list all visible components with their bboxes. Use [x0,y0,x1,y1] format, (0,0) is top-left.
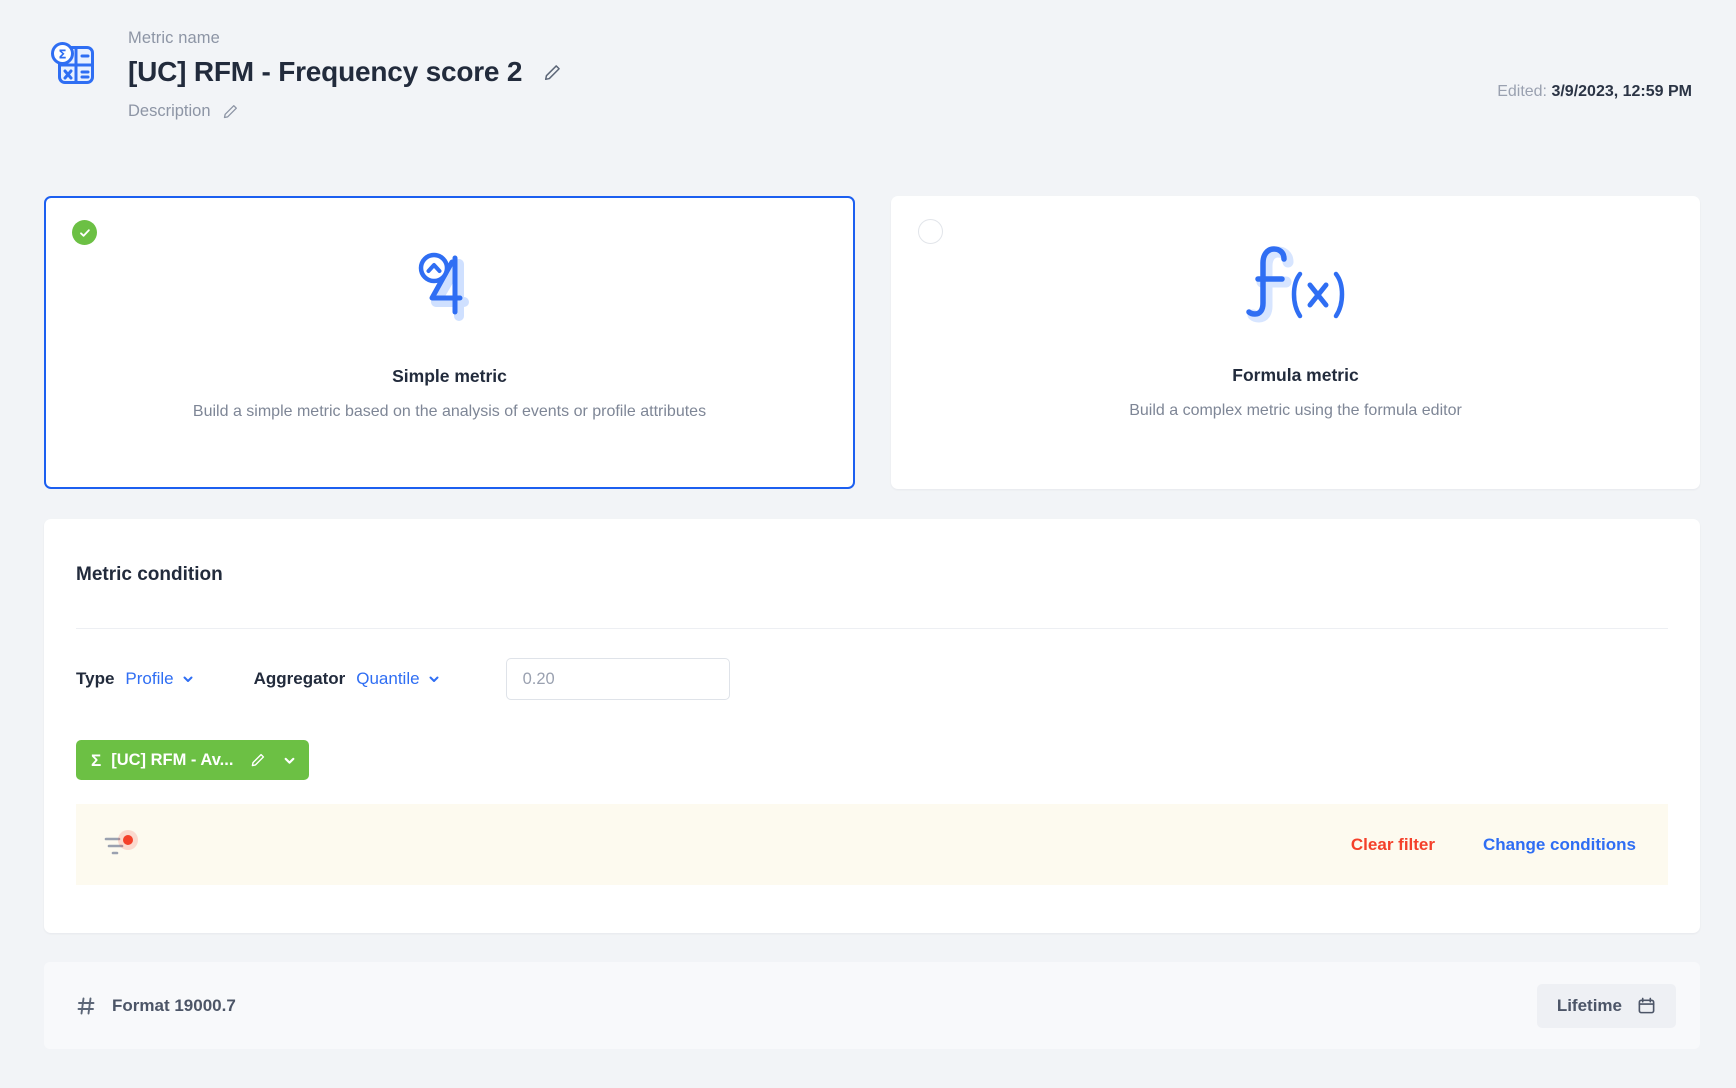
change-conditions-button[interactable]: Change conditions [1483,835,1636,855]
aggregator-dropdown[interactable]: Quantile [356,669,439,689]
header-row: Σ Metric name [UC] RFM - Frequency score… [44,28,1692,121]
aggregator-label: Aggregator [254,669,346,689]
metric-source-chip[interactable]: Σ [UC] RFM - Av... [76,740,309,780]
hash-icon [76,996,96,1016]
lifetime-label: Lifetime [1557,996,1622,1016]
type-dropdown[interactable]: Profile [125,669,193,689]
card-formula-metric-title: Formula metric [892,365,1699,386]
page-header: Σ Metric name [UC] RFM - Frequency score… [0,0,1736,160]
function-fx-icon [892,233,1699,343]
metric-type-cards: Simple metric Build a simple metric base… [44,196,1700,489]
metric-editor-page: Σ Metric name [UC] RFM - Frequency score… [0,0,1736,1088]
alert-dot-icon [118,830,138,850]
sigma-icon: Σ [91,752,101,769]
type-label: Type [76,669,114,689]
edit-chip-pencil-icon[interactable] [251,753,265,767]
edited-timestamp: Edited: 3/9/2023, 12:59 PM [1497,83,1692,101]
card-formula-metric[interactable]: Formula metric Build a complex metric us… [891,196,1700,489]
panel-divider [76,628,1668,629]
format-label: Format 19000.7 [112,996,236,1016]
footer-options-bar: Format 19000.7 Lifetime [44,962,1700,1049]
edited-value: 3/9/2023, 12:59 PM [1551,83,1692,100]
clear-filter-button[interactable]: Clear filter [1351,835,1435,855]
filter-alert-icon [102,828,138,862]
bottom-edge [0,1082,1736,1088]
filter-alert-bar: Clear filter Change conditions [76,804,1668,885]
chevron-down-icon [182,673,194,685]
number-four-up-icon [46,234,853,344]
calendar-icon [1637,996,1656,1015]
card-formula-metric-description: Build a complex metric using the formula… [892,400,1699,422]
metric-name-label: Metric name [128,28,561,48]
type-dropdown-value: Profile [125,669,173,689]
card-simple-metric-title: Simple metric [46,366,853,387]
metric-condition-panel: Metric condition Type Profile Aggregator… [44,519,1700,933]
chevron-down-icon [428,673,440,685]
card-simple-metric-description: Build a simple metric based on the analy… [46,401,853,423]
format-button[interactable]: Format 19000.7 [76,996,236,1016]
aggregator-dropdown-value: Quantile [356,669,419,689]
quantile-input[interactable] [506,658,730,700]
edit-title-pencil-icon[interactable] [544,64,561,81]
page-title: [UC] RFM - Frequency score 2 [128,55,522,89]
description-row[interactable]: Description [128,101,561,121]
header-text-block: Metric name [UC] RFM - Frequency score 2… [128,28,561,121]
description-label: Description [128,101,211,121]
chip-chevron-down-icon[interactable] [283,754,296,767]
edited-prefix: Edited: [1497,83,1547,100]
title-row: [UC] RFM - Frequency score 2 [128,55,561,89]
condition-controls-row: Type Profile Aggregator Quantile [76,659,730,699]
metric-condition-title: Metric condition [76,564,223,586]
edit-description-pencil-icon[interactable] [223,104,238,119]
metric-source-chip-label: [UC] RFM - Av... [111,751,233,770]
calculator-sigma-icon: Σ [44,36,100,92]
lifetime-button[interactable]: Lifetime [1537,984,1676,1028]
card-simple-metric[interactable]: Simple metric Build a simple metric base… [44,196,855,489]
svg-text:Σ: Σ [58,48,66,62]
